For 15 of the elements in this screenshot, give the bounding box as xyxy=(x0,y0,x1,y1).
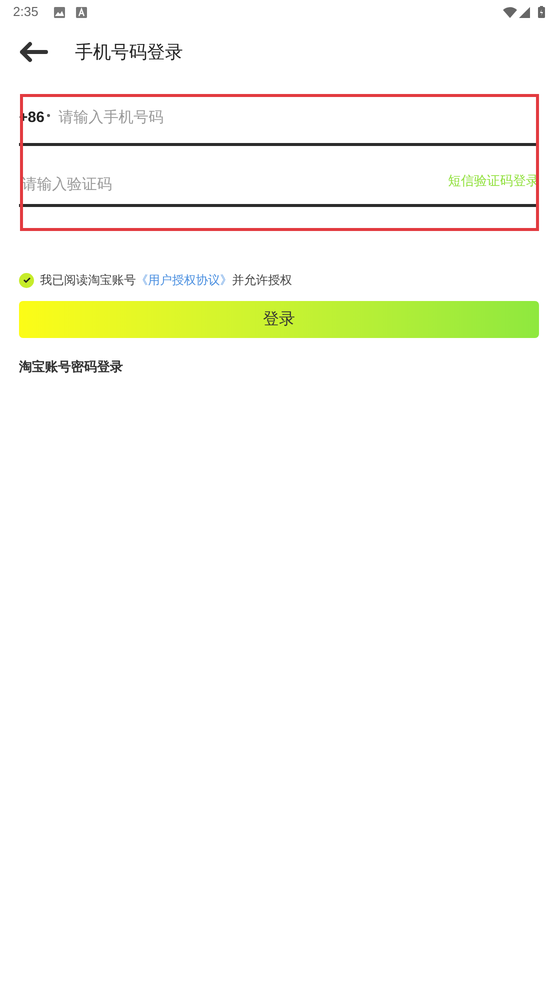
signal-icon xyxy=(519,6,530,18)
status-time: 2:35 xyxy=(13,3,38,22)
phone-input-field[interactable]: 请输入手机号码 xyxy=(58,107,539,130)
battery-icon xyxy=(538,6,545,18)
image-icon xyxy=(54,6,66,18)
agreement-text: 我已阅读淘宝账号《用户授权协议》并允许授权 xyxy=(40,272,292,289)
agreement-checkbox[interactable] xyxy=(19,272,34,288)
page-title: 手机号码登录 xyxy=(75,40,183,64)
login-button[interactable]: 登录 xyxy=(19,301,539,338)
wifi-icon xyxy=(503,6,517,18)
password-login-link[interactable]: 淘宝账号密码登录 xyxy=(19,357,123,376)
back-arrow-icon xyxy=(18,41,48,63)
check-icon xyxy=(22,276,30,284)
font-icon xyxy=(76,6,88,18)
code-input-field[interactable]: 请输入验证码 xyxy=(22,174,448,196)
